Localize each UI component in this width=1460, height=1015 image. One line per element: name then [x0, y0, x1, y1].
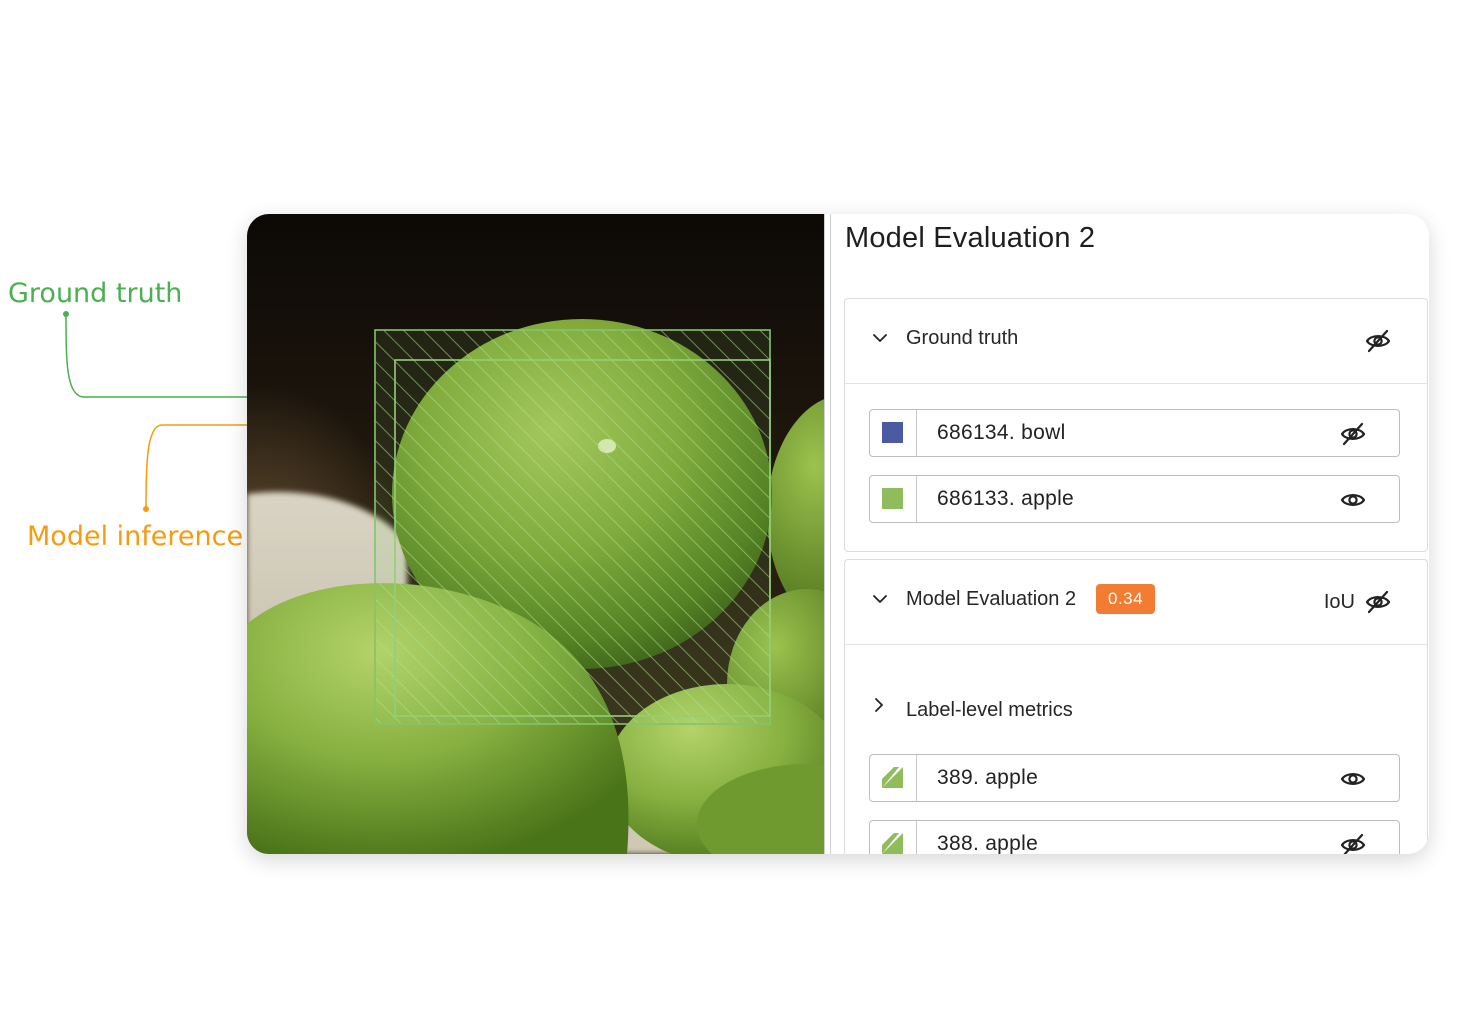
evaluation-item-388[interactable]: 388. apple: [869, 820, 1400, 854]
metric-label: IoU: [1323, 591, 1355, 613]
chevron-right-icon[interactable]: [871, 696, 887, 714]
image-viewer[interactable]: [247, 214, 824, 854]
panel-resize-handle[interactable]: [824, 214, 831, 854]
chevron-down-icon[interactable]: [871, 590, 889, 608]
prediction-swatch-icon: [882, 833, 903, 854]
ground-truth-section: Ground truth 686134. bowl 686133. apple: [844, 298, 1428, 552]
color-swatch: [882, 422, 903, 443]
eye-off-icon[interactable]: [1339, 420, 1367, 448]
label-level-metrics-toggle[interactable]: Label-level metrics: [906, 699, 1073, 722]
color-swatch: [882, 488, 903, 509]
model-evaluation-header[interactable]: Model Evaluation 2 0.34 IoU: [845, 560, 1427, 645]
panel-title: Model Evaluation 2: [845, 222, 1096, 254]
model-inference-callout-label: Model inference: [27, 521, 244, 552]
color-swatch-cell: [870, 410, 917, 456]
color-swatch-cell: [870, 755, 917, 801]
ground-truth-box: [374, 329, 771, 725]
evaluation-panel: Model Evaluation 2 Ground truth 686134. …: [831, 214, 1429, 854]
item-label: 388. apple: [937, 832, 1039, 854]
eye-off-icon[interactable]: [1364, 327, 1392, 355]
eye-icon[interactable]: [1339, 765, 1367, 793]
eye-icon[interactable]: [1339, 486, 1367, 514]
ground-truth-item-bowl[interactable]: 686134. bowl: [869, 409, 1400, 457]
color-swatch-cell: [870, 476, 917, 522]
ground-truth-header[interactable]: Ground truth: [845, 299, 1427, 384]
item-label: 686134. bowl: [937, 421, 1066, 444]
eye-off-icon[interactable]: [1364, 588, 1392, 616]
item-label: 389. apple: [937, 766, 1039, 789]
apples-image: [247, 214, 824, 854]
prediction-swatch-icon: [882, 767, 903, 788]
model-evaluation-title: Model Evaluation 2: [906, 588, 1077, 610]
evaluation-card: Model Evaluation 2 Ground truth 686134. …: [247, 214, 1429, 854]
iou-score-badge: 0.34: [1096, 584, 1156, 614]
color-swatch-cell: [870, 821, 917, 854]
ground-truth-callout-label: Ground truth: [8, 278, 183, 309]
evaluation-item-389[interactable]: 389. apple: [869, 754, 1400, 802]
ground-truth-title: Ground truth: [906, 327, 1019, 349]
model-evaluation-section: Model Evaluation 2 0.34 IoU Label-level …: [844, 559, 1428, 854]
chevron-down-icon[interactable]: [871, 329, 889, 347]
item-label: 686133. apple: [937, 487, 1075, 510]
eye-off-icon[interactable]: [1339, 831, 1367, 854]
ground-truth-item-apple[interactable]: 686133. apple: [869, 475, 1400, 523]
